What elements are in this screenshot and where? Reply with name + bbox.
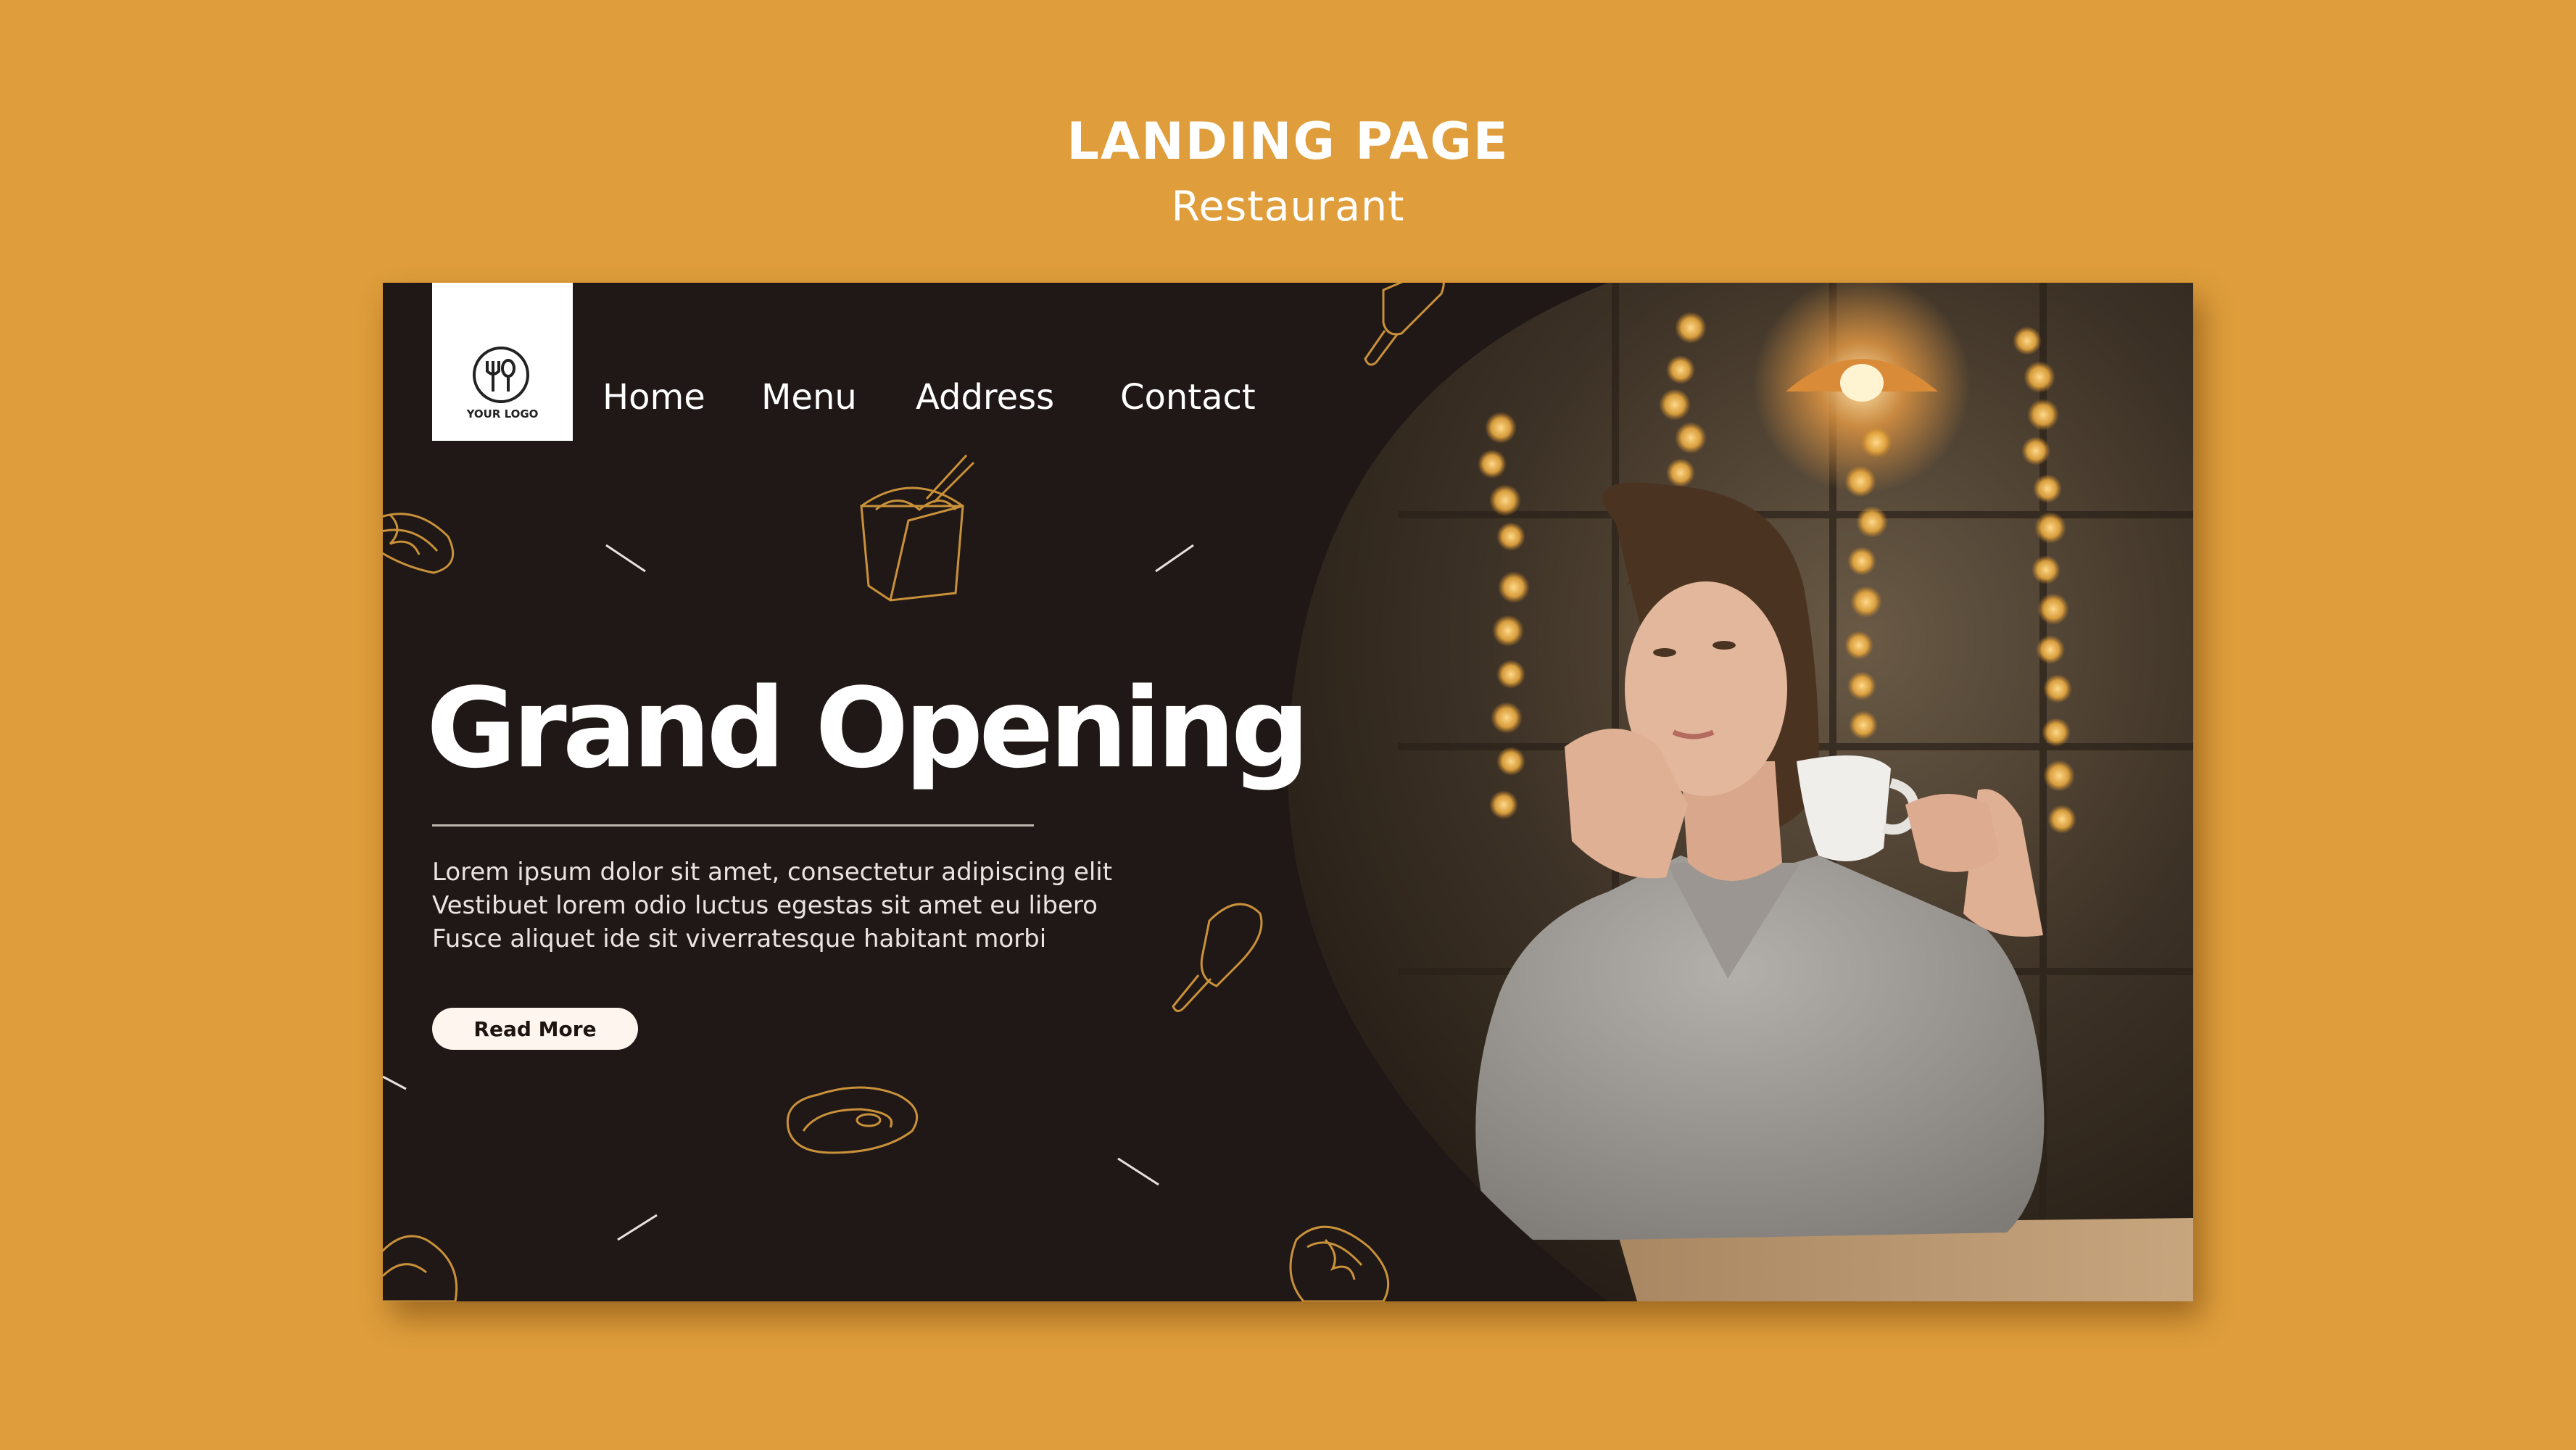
ice-cream-icon bbox=[1364, 283, 1445, 366]
landing-card: YOUR LOGO Home Menu Address Contact Gran… bbox=[383, 283, 2193, 1301]
hero-title: Grand Opening bbox=[426, 664, 1310, 792]
hero-body-line: Lorem ipsum dolor sit amet, consectetur … bbox=[432, 858, 1113, 887]
hero-body: Lorem ipsum dolor sit amet, consectetur … bbox=[432, 856, 1157, 956]
nav-address[interactable]: Address bbox=[916, 376, 1054, 419]
hero-body-line: Fusce aliquet ide sit viverratesque habi… bbox=[432, 924, 1047, 953]
nav-contact[interactable]: Contact bbox=[1120, 376, 1256, 419]
title-divider bbox=[432, 824, 1034, 826]
landing-page-subtitle: Restaurant bbox=[1171, 183, 1405, 231]
page-heading: LANDING PAGE Restaurant bbox=[0, 109, 2576, 239]
nav-menu[interactable]: Menu bbox=[761, 376, 857, 419]
logo[interactable]: YOUR LOGO bbox=[432, 283, 573, 441]
fork-spoon-logo-icon bbox=[473, 347, 529, 403]
landing-page-title: LANDING PAGE bbox=[1067, 112, 1509, 171]
logo-text: YOUR LOGO bbox=[466, 407, 539, 420]
read-more-button[interactable]: Read More bbox=[432, 1008, 638, 1050]
nav-home[interactable]: Home bbox=[602, 376, 705, 419]
hero-body-line: Vestibuet lorem odio luctus egestas sit … bbox=[432, 891, 1098, 920]
